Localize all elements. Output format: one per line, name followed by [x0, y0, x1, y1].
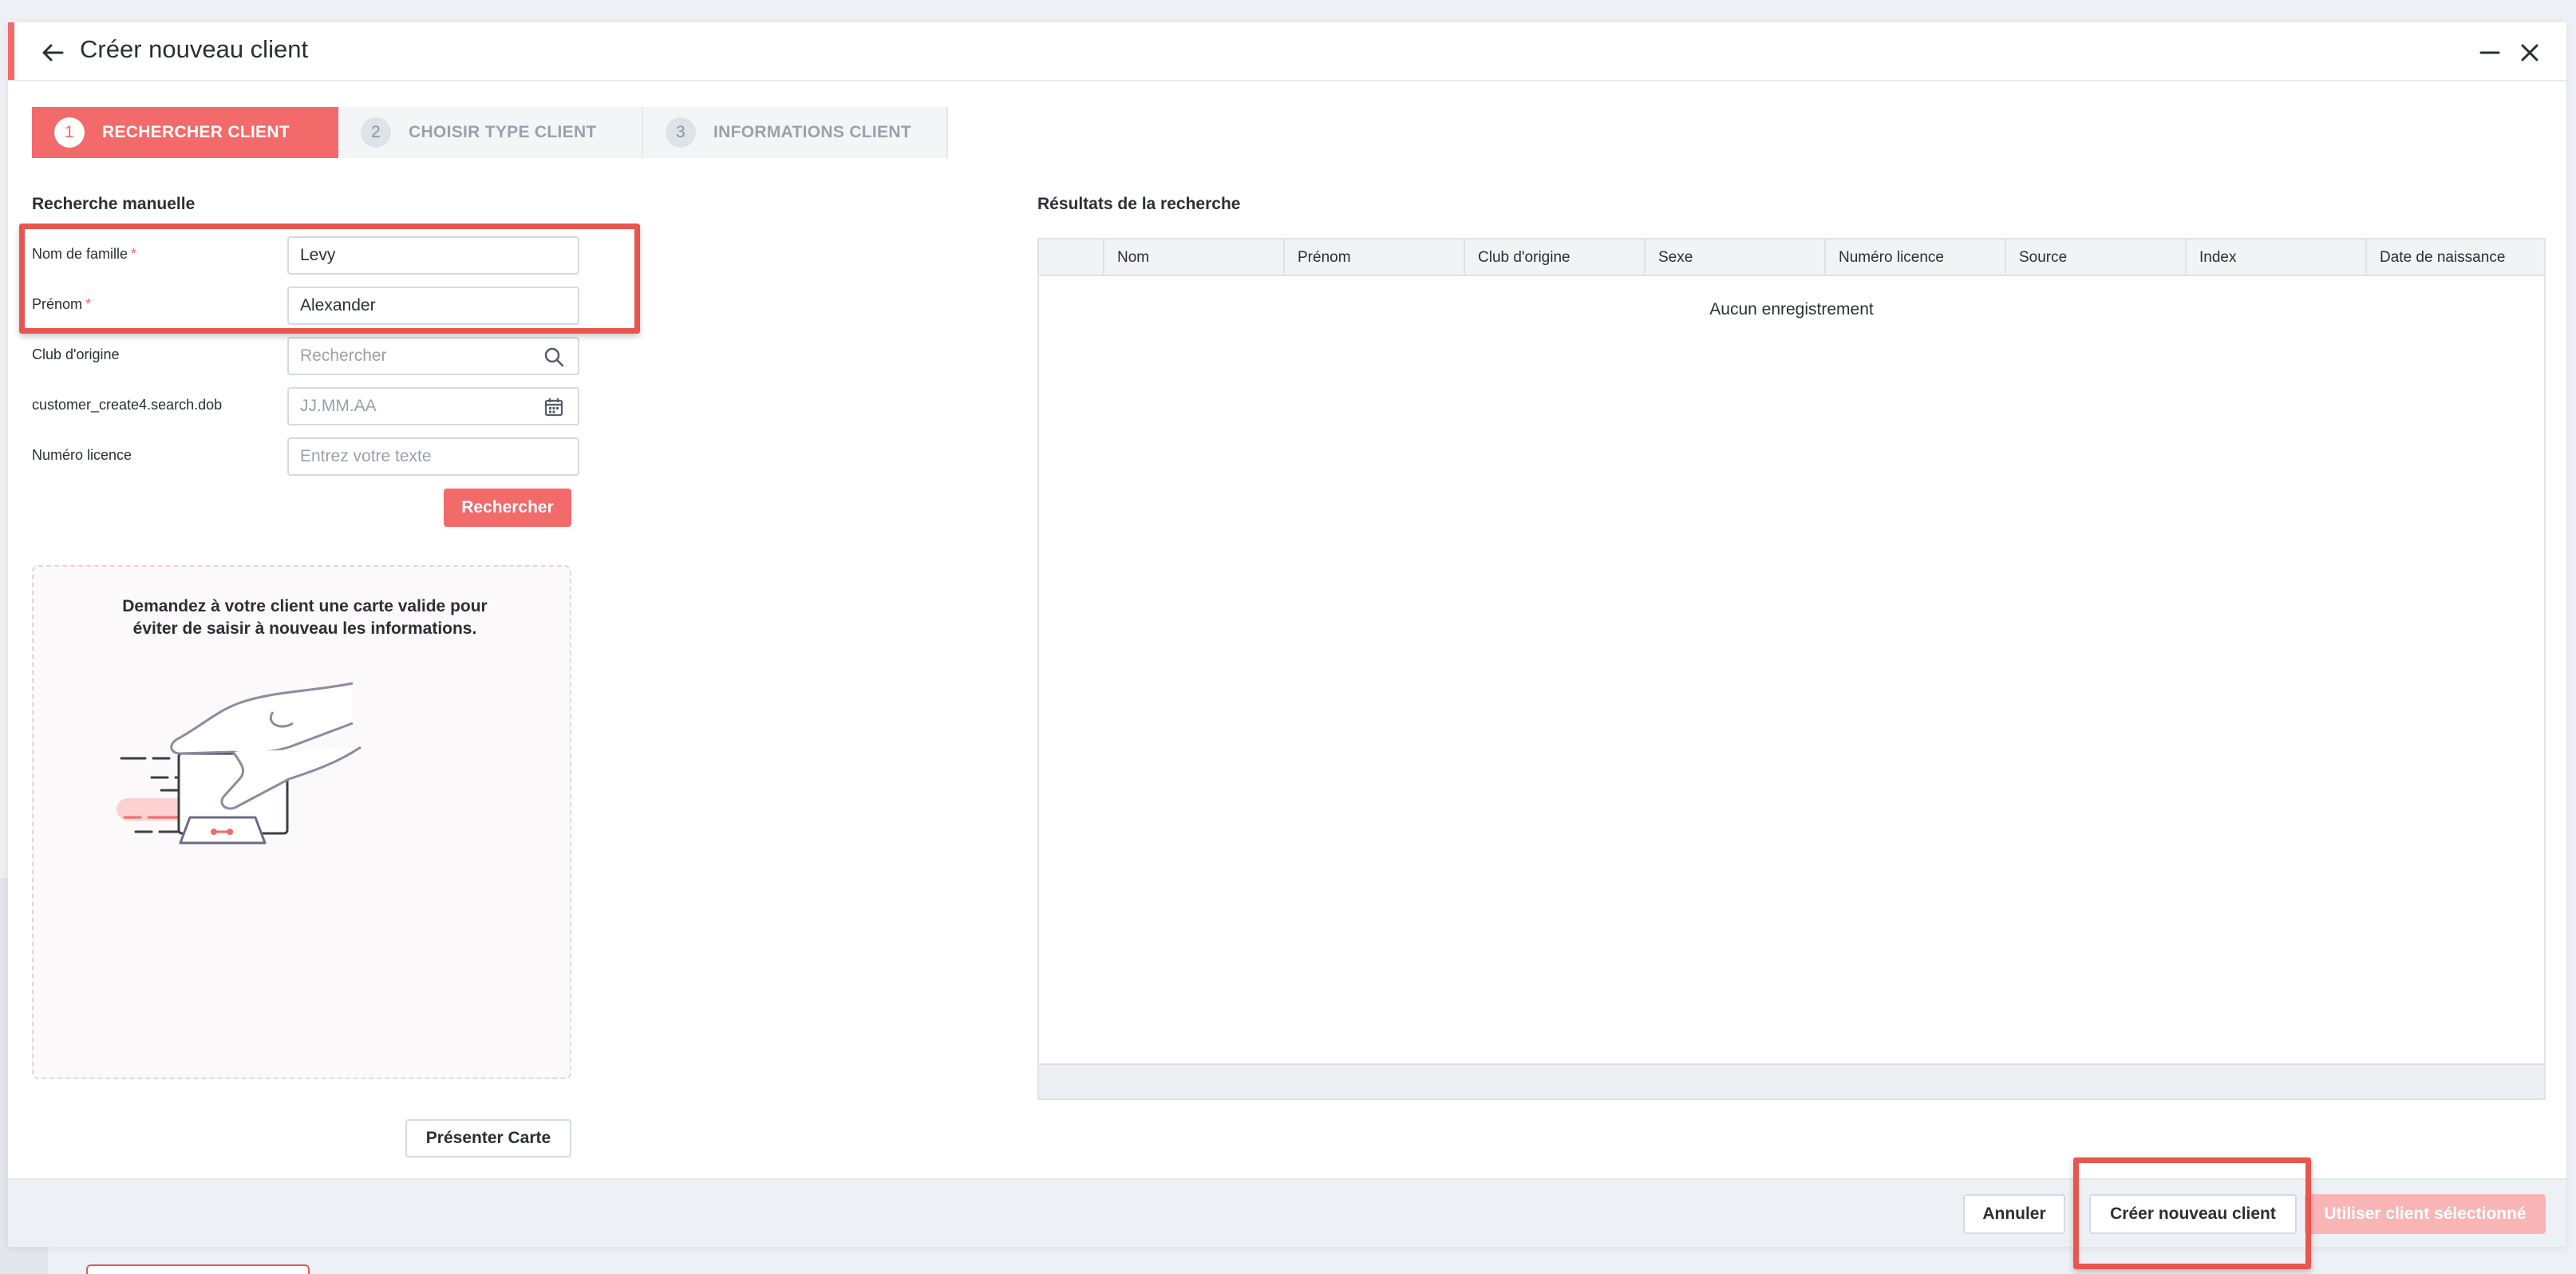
- minimize-icon[interactable]: [2475, 38, 2504, 67]
- cancel-button[interactable]: Annuler: [1963, 1194, 2065, 1234]
- dob-row: customer_create4.search.dob: [32, 387, 583, 427]
- club-row: Club d'origine: [32, 337, 583, 377]
- column-header-birthdate[interactable]: Date de naissance: [2367, 239, 2544, 276]
- column-header-club[interactable]: Club d'origine: [1465, 239, 1646, 276]
- step-choose-client-type[interactable]: 2 CHOISIR TYPE CLIENT: [338, 107, 643, 158]
- manual-search-title: Recherche manuelle: [32, 195, 196, 213]
- step-number: 1: [54, 117, 85, 148]
- required-marker: *: [131, 246, 137, 262]
- dialog-title: Créer nouveau client: [80, 35, 309, 63]
- club-label: Club d'origine: [32, 346, 120, 362]
- search-icon[interactable]: [543, 346, 565, 368]
- empty-results-message: Aucun enregistrement: [1709, 300, 1874, 318]
- last-name-row: Nom de famille *: [32, 236, 583, 276]
- first-name-row: Prénom *: [32, 287, 583, 326]
- required-marker: *: [85, 296, 92, 312]
- card-prompt-panel: Demandez à votre client une carte valide…: [32, 565, 571, 1079]
- last-name-label: Nom de famille *: [32, 246, 136, 263]
- dob-label: customer_create4.search.dob: [32, 397, 223, 413]
- results-table-header: Nom Prénom Club d'origine Sexe Numéro li…: [1039, 239, 2544, 276]
- back-arrow-icon[interactable]: [38, 38, 67, 67]
- search-button[interactable]: Rechercher: [444, 489, 571, 527]
- calendar-icon[interactable]: [543, 396, 565, 418]
- step-client-information[interactable]: 3 INFORMATIONS CLIENT: [643, 107, 948, 158]
- present-card-button[interactable]: Présenter Carte: [405, 1119, 571, 1157]
- step-label: CHOISIR TYPE CLIENT: [409, 123, 597, 141]
- column-header-select[interactable]: [1039, 239, 1104, 276]
- card-reader-illustration: [113, 675, 433, 867]
- column-header-license[interactable]: Numéro licence: [1826, 239, 2006, 276]
- step-number: 3: [666, 117, 696, 148]
- license-label: Numéro licence: [32, 447, 132, 463]
- step-label: INFORMATIONS CLIENT: [713, 123, 911, 141]
- create-new-client-button[interactable]: Créer nouveau client: [2089, 1194, 2297, 1234]
- column-header-nom[interactable]: Nom: [1104, 239, 1285, 276]
- step-label: RECHERCHER CLIENT: [102, 123, 290, 141]
- close-icon[interactable]: [2515, 38, 2544, 67]
- step-search-client[interactable]: 1 RECHERCHER CLIENT: [32, 107, 338, 158]
- last-name-input[interactable]: [287, 236, 579, 275]
- create-client-dialog: Créer nouveau client 1 RECHERCHER CLIENT…: [8, 22, 2566, 1269]
- dialog-titlebar: Créer nouveau client: [8, 22, 2566, 81]
- results-table: Nom Prénom Club d'origine Sexe Numéro li…: [1037, 238, 2546, 1100]
- results-table-footer: [1039, 1063, 2544, 1098]
- step-number: 2: [361, 117, 391, 148]
- dob-input[interactable]: [287, 387, 579, 425]
- first-name-input[interactable]: [287, 287, 579, 325]
- column-header-index[interactable]: Index: [2187, 239, 2367, 276]
- column-header-source[interactable]: Source: [2006, 239, 2187, 276]
- card-prompt-text: Demandez à votre client une carte valide…: [122, 597, 488, 638]
- results-title: Résultats de la recherche: [1037, 195, 1241, 213]
- club-search-input[interactable]: [287, 337, 579, 375]
- column-header-sexe[interactable]: Sexe: [1646, 239, 1826, 276]
- first-name-label-text: Prénom: [32, 296, 83, 312]
- column-header-prenom[interactable]: Prénom: [1285, 239, 1465, 276]
- wizard-stepper: 1 RECHERCHER CLIENT 2 CHOISIR TYPE CLIEN…: [32, 107, 948, 158]
- license-row: Numéro licence: [32, 437, 583, 477]
- use-selected-client-button: Utiliser client sélectionné: [2305, 1194, 2546, 1234]
- first-name-label: Prénom *: [32, 296, 91, 313]
- license-input[interactable]: [287, 437, 579, 476]
- background-tab-edge: [86, 1264, 310, 1274]
- last-name-label-text: Nom de famille: [32, 246, 128, 262]
